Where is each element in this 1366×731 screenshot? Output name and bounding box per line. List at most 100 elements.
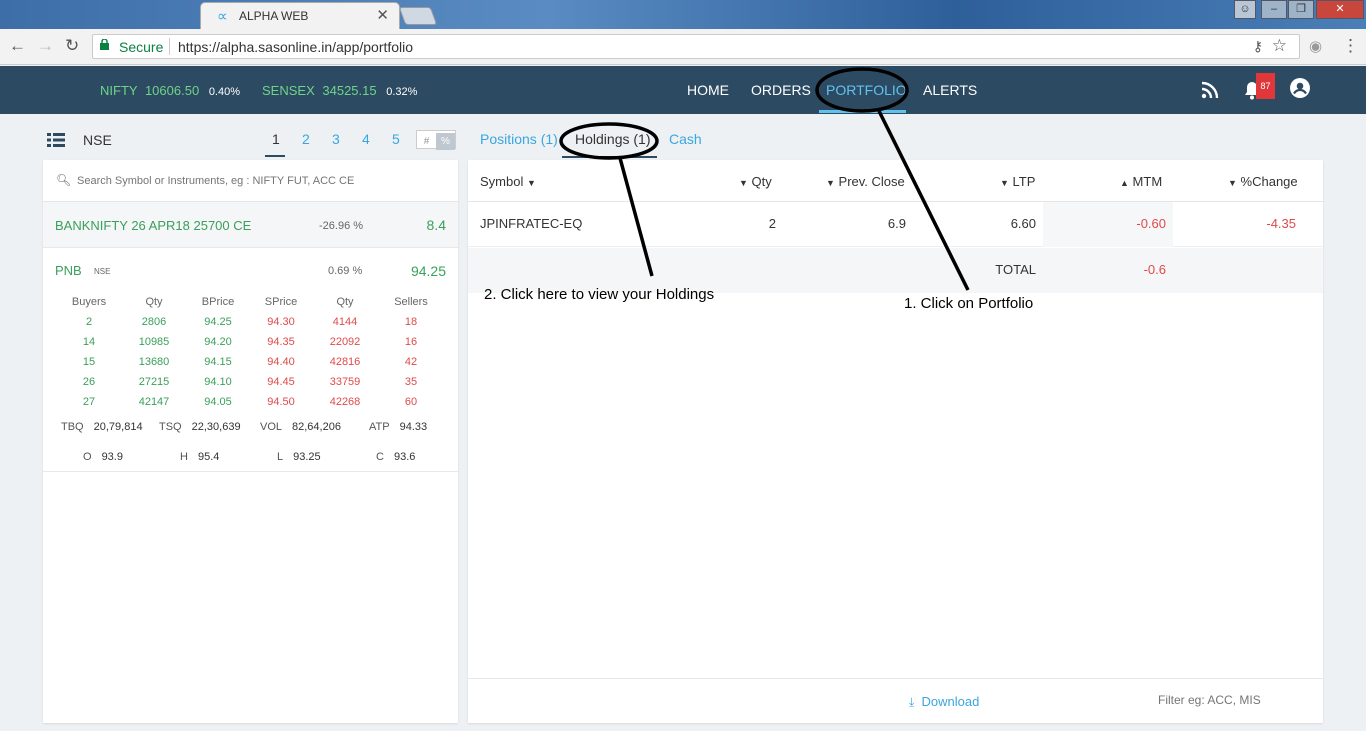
reload-icon[interactable]: ↻ [65,36,79,56]
watchlist-symbol: PNB [55,263,82,278]
watchlist-panel: 🔍︎ BANKNIFTY 26 APR18 25700 CE -26.96 % … [43,160,458,723]
stat-tbq: TBQ 20,79,814 [61,421,143,433]
cell-ltp: 6.60 [1010,216,1036,231]
browser-menu-icon[interactable]: ⋮ [1342,36,1359,56]
watchlist-exchange: NSE [94,267,111,276]
index-sensex[interactable]: SENSEX 34525.15 0.32% [262,83,417,98]
sort-down-icon: ▼ [526,178,536,188]
annotation-step-1: 1. Click on Portfolio [904,295,1034,312]
toggle-hash[interactable]: # [417,133,436,150]
watchlist-ltp: 94.25 [410,263,446,279]
watchlist-change: -26.96 % [319,220,364,232]
total-label: TOTAL [995,262,1036,277]
user-account-icon[interactable] [1290,78,1310,98]
watchlist-ltp: 8.4 [426,217,446,233]
notification-badge[interactable]: 87 [1256,73,1275,99]
depth-header-sprice: SPrice [264,296,298,308]
list-view-icon[interactable] [47,133,65,147]
maximize-icon[interactable]: ❐ [1288,0,1314,19]
tab-holdings[interactable]: Holdings (1) [575,131,650,147]
search-icon: 🔍︎ [56,173,72,187]
depth-header-buyers: Buyers [71,296,107,308]
column-ltp[interactable]: ▼ LTP [1000,174,1035,189]
back-arrow-icon[interactable]: ← [9,36,26,56]
browser-tab[interactable]: ∝ ALPHA WEB ✕ [200,2,400,29]
depth-row: 15 13680 94.15 94.40 42816 42 [82,356,418,368]
holdings-panel: Symbol ▼ ▼ Qty ▼ Prev. Close ▼ LTP ▲ MTM… [468,160,1323,723]
stat-atp: ATP 94.33 [369,421,428,433]
active-tab-indicator [562,156,657,158]
forward-arrow-icon[interactable]: → [37,36,54,56]
column-mtm[interactable]: ▲ MTM [1120,174,1162,189]
cell-pct-change: -4.35 [1266,216,1296,231]
cell-symbol: JPINFRATEC-EQ [480,216,583,231]
watchlist-symbol: BANKNIFTY 26 APR18 25700 CE [55,218,252,233]
column-prev-close[interactable]: ▼ Prev. Close [826,174,905,189]
table-row[interactable]: JPINFRATEC-EQ 2 6.9 6.60 -0.60 -4.35 [468,202,1323,247]
depth-row: 14 10985 94.20 94.35 22092 16 [82,336,418,348]
menu-alerts[interactable]: ALERTS [923,82,977,98]
index-nifty[interactable]: NIFTY 10606.50 0.40% [100,83,240,98]
exchange-label[interactable]: NSE [83,132,112,148]
close-window-icon[interactable]: ✕ [1316,0,1364,19]
extension-icon[interactable]: ◉ [1309,37,1322,55]
key-icon[interactable]: ⚷ [1253,38,1263,55]
watchlist-page-1[interactable]: 1 [272,131,280,147]
secure-label: Secure [119,39,164,55]
cell-qty: 2 [768,216,776,231]
column-qty[interactable]: ▼ Qty [739,174,772,189]
table-footer: ⤓ Download [468,678,1323,723]
sort-down-icon: ▼ [1228,178,1237,188]
stat-close: C 93.6 [376,451,416,463]
sort-down-icon: ▼ [1000,178,1009,188]
cell-prev-close: 6.9 [887,216,906,231]
active-page-indicator [265,155,285,157]
stat-tsq: TSQ 22,30,639 [159,421,241,433]
stat-vol: VOL 82,64,206 [260,421,341,433]
profile-icon[interactable]: ☺ [1234,0,1256,19]
address-bar: ← → ↻ Secure https://alpha.sasonline.in/… [0,29,1366,65]
minimize-icon[interactable]: – [1261,0,1287,19]
cell-mtm: -0.60 [1136,216,1166,231]
depth-row: 27 42147 94.05 94.50 42268 60 [82,396,418,408]
watchlist-page-2[interactable]: 2 [302,131,310,147]
new-tab-button[interactable] [398,7,438,25]
url-field[interactable]: Secure https://alpha.sasonline.in/app/po… [92,34,1300,59]
watchlist-item-expanded[interactable]: PNB NSE 0.69 % 94.25 Buyers Qty BPrice S… [43,248,458,472]
depth-row: 2 2806 94.25 94.30 4144 18 [85,316,418,328]
depth-header-bid-qty: Qty [145,296,163,308]
download-icon: ⤓ [909,695,915,709]
depth-header-ask-qty: Qty [336,296,354,308]
filter-input[interactable] [1158,693,1308,707]
active-menu-indicator [819,110,906,113]
value-percent-toggle[interactable]: #% [416,130,456,150]
watchlist-change: 0.69 % [328,265,363,277]
search-input[interactable] [77,171,437,191]
annotation-step-2: 2. Click here to view your Holdings [484,286,715,303]
depth-header-sellers: Sellers [394,296,428,308]
sort-down-icon: ▼ [739,178,748,188]
menu-portfolio[interactable]: PORTFOLIO [826,82,907,98]
download-button[interactable]: ⤓ Download [909,694,979,710]
column-symbol[interactable]: Symbol ▼ [480,174,536,189]
watchlist-page-5[interactable]: 5 [392,131,400,147]
rss-icon[interactable] [1201,81,1219,99]
menu-home[interactable]: HOME [687,82,729,98]
close-tab-icon[interactable]: ✕ [376,6,389,24]
watchlist-page-3[interactable]: 3 [332,131,340,147]
toggle-percent[interactable]: % [436,133,455,150]
app-logo-icon: ∝ [217,8,228,25]
tab-cash[interactable]: Cash [669,131,702,147]
menu-orders[interactable]: ORDERS [751,82,811,98]
column-pct-change[interactable]: ▼ %Change [1228,174,1298,189]
watchlist-page-4[interactable]: 4 [362,131,370,147]
total-mtm: -0.6 [1143,262,1166,277]
depth-header-bprice: BPrice [201,296,235,308]
watchlist-search: 🔍︎ [43,160,458,202]
lock-icon [100,39,109,50]
tab-positions[interactable]: Positions (1) [480,131,558,147]
bookmark-star-icon[interactable]: ☆ [1272,36,1287,56]
depth-row: 26 27215 94.10 94.45 33759 35 [82,376,418,388]
stat-low: L 93.25 [277,451,321,463]
watchlist-item[interactable]: BANKNIFTY 26 APR18 25700 CE -26.96 % 8.4 [43,202,458,248]
